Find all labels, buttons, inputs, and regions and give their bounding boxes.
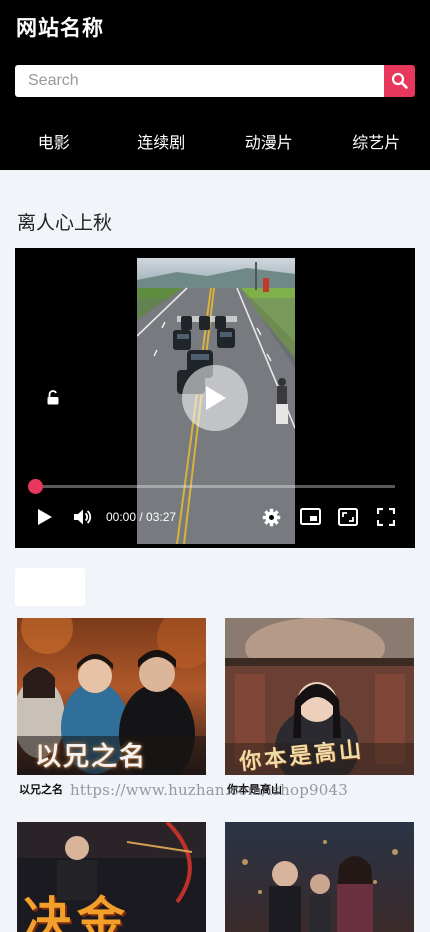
category-nav: 电影 连续剧 动漫片 综艺片 <box>0 112 430 170</box>
search-icon <box>391 72 408 89</box>
nav-item-movies[interactable]: 电影 <box>0 112 108 170</box>
time-display: 00:00 / 03:27 <box>106 510 177 524</box>
picture-in-picture-icon[interactable] <box>300 508 321 525</box>
movie-poster[interactable] <box>225 822 414 932</box>
video-player[interactable]: 00:00 / 03:27 <box>15 248 415 548</box>
play-icon[interactable] <box>37 508 53 526</box>
nav-item-variety[interactable]: 综艺片 <box>323 112 430 170</box>
progress-handle[interactable] <box>28 479 43 494</box>
big-play-button[interactable] <box>182 365 248 431</box>
video-title: 离人心上秋 <box>17 212 113 234</box>
site-header: 网站名称 <box>0 0 430 112</box>
settings-gear-icon[interactable] <box>262 508 281 527</box>
watermark-text: https://www.huzhan.com/ishop9043 <box>70 781 349 799</box>
movie-card[interactable]: 以兄之名 以兄之名 <box>17 618 206 796</box>
fullscreen-icon[interactable] <box>377 508 395 526</box>
search-bar <box>15 65 415 97</box>
poster-title: 以兄之名 <box>35 742 148 772</box>
unlock-icon[interactable] <box>45 390 61 406</box>
movie-card[interactable] <box>225 822 414 932</box>
empty-tab[interactable] <box>15 568 85 606</box>
poster-image <box>225 822 414 932</box>
site-title[interactable]: 网站名称 <box>16 12 104 42</box>
play-icon <box>206 386 226 410</box>
progress-bar[interactable] <box>28 479 395 494</box>
volume-icon[interactable] <box>73 508 93 526</box>
search-button[interactable] <box>384 65 415 97</box>
poster-title: 决金 <box>23 892 132 932</box>
nav-item-series[interactable]: 连续剧 <box>108 112 216 170</box>
movie-card[interactable]: 你本是高山 你本是高山 <box>225 618 414 796</box>
search-input[interactable] <box>15 65 384 97</box>
web-fullscreen-icon[interactable] <box>338 508 358 526</box>
movie-title[interactable]: 以兄之名 <box>19 781 63 797</box>
movie-poster[interactable]: 以兄之名 <box>17 618 206 775</box>
movie-poster[interactable]: 决金 <box>17 822 206 932</box>
movie-card[interactable]: 决金 <box>17 822 206 932</box>
nav-item-anime[interactable]: 动漫片 <box>215 112 323 170</box>
movie-poster[interactable]: 你本是高山 <box>225 618 414 775</box>
